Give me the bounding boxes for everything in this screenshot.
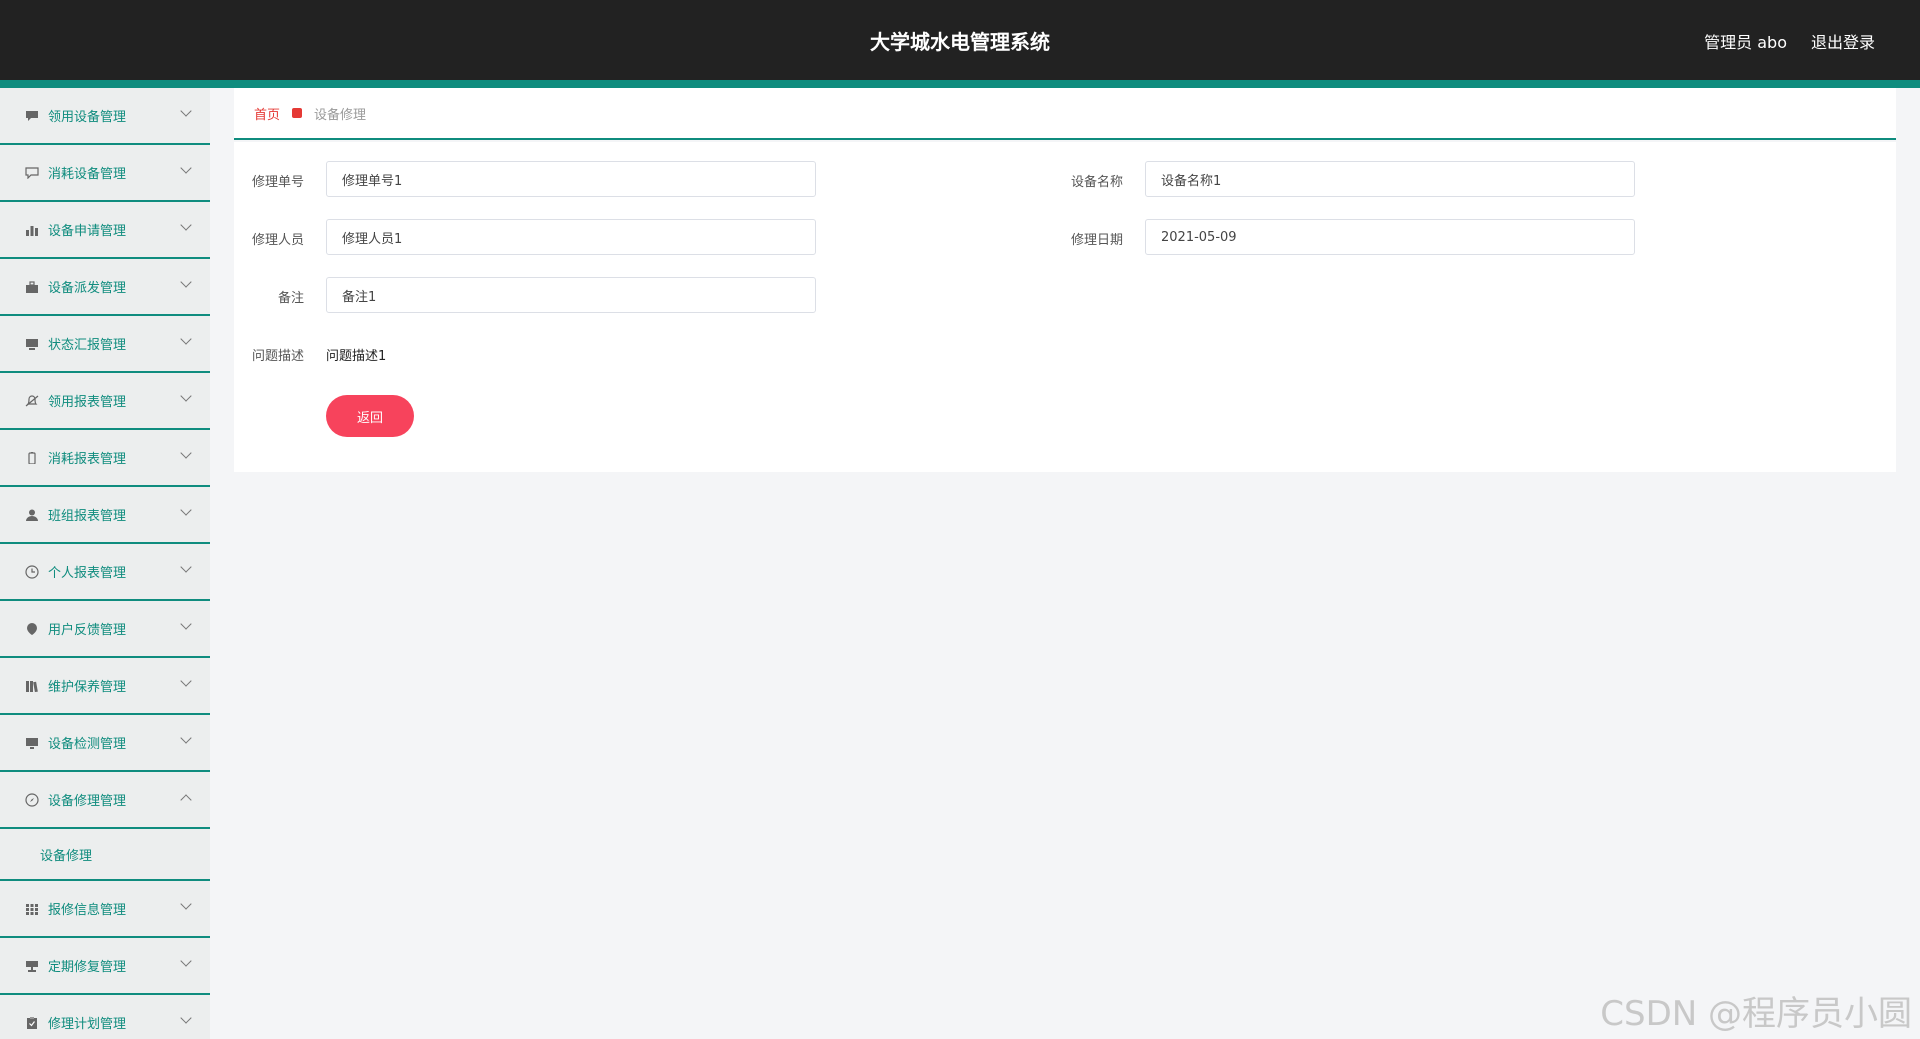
clipboard-icon xyxy=(24,1016,40,1030)
sidebar-item-device-inspection[interactable]: 设备检测管理 xyxy=(0,715,210,772)
sidebar-item-periodic-repair[interactable]: 定期修复管理 xyxy=(0,938,210,995)
sidebar-item-user-feedback[interactable]: 用户反馈管理 xyxy=(0,601,210,658)
repair-date-input[interactable] xyxy=(1145,219,1635,255)
sidebar-item-label: 设备派发管理 xyxy=(48,281,127,296)
sidebar-item-status-report[interactable]: 状态汇报管理 xyxy=(0,316,210,373)
sidebar-item-consume-device[interactable]: 消耗设备管理 xyxy=(0,145,210,202)
comment-icon xyxy=(24,109,40,123)
sidebar-subitem-device-repair[interactable]: 设备修理 xyxy=(0,829,210,881)
sidebar-item-maintenance[interactable]: 维护保养管理 xyxy=(0,658,210,715)
sidebar: 领用设备管理 消耗设备管理 设备申请管理 设备派发管理 状态汇报管理 领用报表管 xyxy=(0,88,210,1039)
sidebar-item-device-apply[interactable]: 设备申请管理 xyxy=(0,202,210,259)
chevron-down-icon xyxy=(180,390,192,402)
sidebar-item-label: 消耗报表管理 xyxy=(48,452,127,467)
sidebar-item-label: 消耗设备管理 xyxy=(48,167,127,182)
breadcrumb-separator-icon xyxy=(292,108,303,118)
bell-off-icon xyxy=(24,394,40,408)
chevron-down-icon xyxy=(180,675,192,687)
chevron-down-icon xyxy=(180,105,192,117)
battery-icon xyxy=(24,451,40,465)
chevron-down-icon xyxy=(180,162,192,174)
display-stand-icon xyxy=(24,959,40,973)
chevron-down-icon xyxy=(180,447,192,459)
chat-icon xyxy=(24,166,40,180)
header-accent-bar xyxy=(0,80,1920,88)
chevron-down-icon xyxy=(180,219,192,231)
user-icon xyxy=(24,508,40,522)
chevron-down-icon xyxy=(180,276,192,288)
sidebar-item-team-report[interactable]: 班组报表管理 xyxy=(0,487,210,544)
repair-no-input[interactable] xyxy=(326,161,816,197)
chevron-down-icon xyxy=(180,732,192,744)
sidebar-item-label: 领用报表管理 xyxy=(48,395,127,410)
sidebar-item-label: 设备修理管理 xyxy=(48,794,127,809)
sidebar-item-device-repair[interactable]: 设备修理管理 xyxy=(0,772,210,829)
sidebar-item-label: 状态汇报管理 xyxy=(48,338,127,353)
sidebar-item-label: 修理计划管理 xyxy=(48,1017,127,1032)
chevron-down-icon xyxy=(180,1012,192,1024)
compass-icon xyxy=(24,792,40,807)
breadcrumb-home-link[interactable]: 首页 xyxy=(254,104,280,123)
back-button[interactable]: 返回 xyxy=(326,395,414,437)
repair-date-label: 修理日期 xyxy=(1070,233,1123,248)
sidebar-item-label: 报修信息管理 xyxy=(48,903,127,918)
sidebar-item-lingyong-device[interactable]: 领用设备管理 xyxy=(0,88,210,145)
sidebar-item-device-dispatch[interactable]: 设备派发管理 xyxy=(0,259,210,316)
sidebar-item-label: 班组报表管理 xyxy=(48,509,127,524)
briefcase-icon xyxy=(24,280,40,294)
repairer-label: 修理人员 xyxy=(251,233,304,248)
sidebar-item-lingyong-report[interactable]: 领用报表管理 xyxy=(0,373,210,430)
chevron-down-icon xyxy=(180,333,192,345)
sidebar-item-repair-info[interactable]: 报修信息管理 xyxy=(0,881,210,938)
chevron-down-icon xyxy=(180,504,192,516)
monitor-icon xyxy=(24,337,40,351)
csdn-watermark: CSDN @程序员小圆 xyxy=(1600,994,1912,1034)
grid-icon xyxy=(24,902,40,916)
sidebar-item-label: 领用设备管理 xyxy=(48,110,127,125)
remark-input[interactable] xyxy=(326,277,816,313)
logout-link[interactable]: 退出登录 xyxy=(1811,29,1875,53)
current-user: 管理员 abo xyxy=(1704,33,1787,52)
clock-icon xyxy=(24,564,40,579)
sidebar-item-personal-report[interactable]: 个人报表管理 xyxy=(0,544,210,601)
remark-label: 备注 xyxy=(277,291,304,306)
sidebar-item-label: 个人报表管理 xyxy=(48,566,127,581)
sidebar-item-label: 设备申请管理 xyxy=(48,224,127,239)
chevron-down-icon xyxy=(180,561,192,573)
repairer-input[interactable] xyxy=(326,219,816,255)
location-pin-icon xyxy=(24,622,40,636)
sidebar-item-label: 设备检测管理 xyxy=(48,737,127,752)
sidebar-item-consume-report[interactable]: 消耗报表管理 xyxy=(0,430,210,487)
bar-chart-icon xyxy=(24,223,40,237)
sidebar-item-label: 维护保养管理 xyxy=(48,680,127,695)
problem-description-value: 问题描述1 xyxy=(326,349,387,364)
detail-form: 修理单号 设备名称 修理人员 修理日期 备注 问题描述 问题描述1 返回 xyxy=(234,142,1896,472)
breadcrumb-current: 设备修理 xyxy=(314,107,367,123)
breadcrumb: 首页 设备修理 xyxy=(234,88,1896,140)
chevron-down-icon xyxy=(180,898,192,910)
desktop-icon xyxy=(24,736,40,750)
chevron-up-icon xyxy=(180,794,192,806)
books-icon xyxy=(24,679,40,693)
sidebar-item-label: 用户反馈管理 xyxy=(48,623,127,638)
problem-description-label: 问题描述 xyxy=(251,349,304,364)
sidebar-item-repair-plan[interactable]: 修理计划管理 xyxy=(0,995,210,1039)
sidebar-item-label: 定期修复管理 xyxy=(48,960,127,975)
repair-no-label: 修理单号 xyxy=(251,175,304,190)
chevron-down-icon xyxy=(180,618,192,630)
app-title: 大学城水电管理系统 xyxy=(870,30,1050,54)
device-name-input[interactable] xyxy=(1145,161,1635,197)
top-header: 大学城水电管理系统 管理员 abo 退出登录 xyxy=(0,0,1920,80)
device-name-label: 设备名称 xyxy=(1070,175,1123,190)
chevron-down-icon xyxy=(180,955,192,967)
